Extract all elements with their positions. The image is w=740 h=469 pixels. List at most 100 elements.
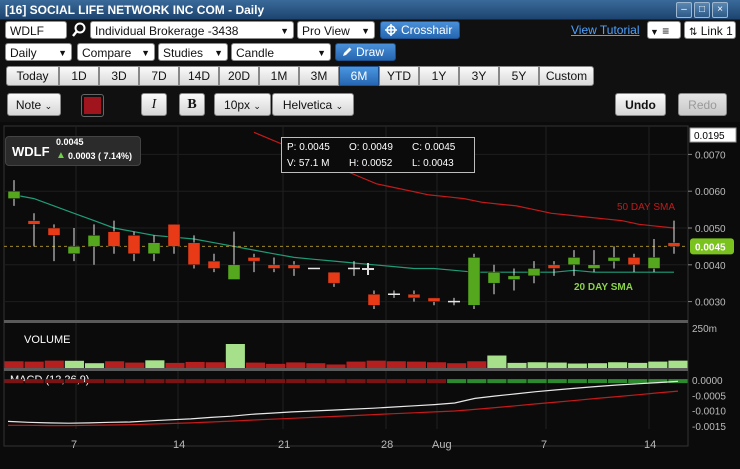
volume-label: VOLUME — [24, 334, 70, 346]
macd-histogram-bar — [608, 379, 628, 384]
range-today[interactable]: Today — [6, 66, 59, 86]
view-value: Pro View — [302, 24, 350, 38]
volume-bar — [426, 362, 447, 368]
link-icon: ⇅ — [689, 27, 698, 38]
volume-separator — [4, 320, 688, 323]
candle-body — [667, 242, 681, 247]
range-20d[interactable]: 20D — [219, 66, 259, 86]
volume-bar — [608, 362, 628, 368]
toolbar-chart-options: Daily ▼ Compare ▼ Studies ▼ Candle ▼ Draw — [0, 42, 740, 64]
view-select[interactable]: Pro View ▼ — [297, 21, 375, 39]
range-6m[interactable]: 6M — [339, 66, 379, 86]
volume-bar — [386, 361, 406, 368]
chart-type-select[interactable]: Candle ▼ — [231, 43, 331, 61]
compare-select[interactable]: Compare ▼ — [77, 43, 155, 61]
price-chart[interactable]: 0.0070 0.0060 0.0050 0.0040 0.0030 0.0195 50 D… — [0, 124, 740, 469]
chevron-down-icon: ⌄ — [44, 101, 53, 111]
volume-bar — [507, 362, 527, 368]
macd-histogram-bar — [447, 379, 467, 384]
color-swatch[interactable] — [81, 94, 104, 117]
macd-histogram-bar — [165, 379, 185, 384]
candle-body — [567, 257, 581, 266]
macd-histogram-bar — [346, 379, 366, 384]
volume-bar — [346, 361, 366, 368]
macd-histogram-bar — [245, 379, 266, 384]
y-tick-label: 0.0040 — [695, 261, 726, 272]
macd-histogram-bar — [306, 379, 326, 384]
italic-button[interactable]: I — [141, 93, 167, 116]
candle-body — [647, 257, 661, 269]
volume-bar — [467, 361, 487, 368]
maximize-icon[interactable]: □ — [694, 2, 710, 18]
x-tick-label: 7 — [71, 439, 77, 451]
macd-histogram-bar — [84, 379, 105, 384]
undo-button[interactable]: Undo — [615, 93, 666, 116]
draw-button[interactable]: Draw — [335, 43, 396, 61]
macd-histogram-bar — [225, 379, 245, 384]
volume-bar — [487, 355, 507, 368]
menu-button[interactable]: ▼ ≡ — [647, 21, 681, 39]
minimize-icon[interactable]: – — [676, 2, 692, 18]
summary-price: 0.0045 — [56, 137, 84, 147]
font-family-select[interactable]: Helvetica ⌄ — [272, 93, 354, 116]
symbol-summary: WDLF 0.0045 ▲ 0.0003 ( 7.14%) — [5, 136, 141, 166]
note-label: Note — [15, 98, 42, 112]
x-tick-label: 7 — [541, 439, 547, 451]
note-select[interactable]: Note ⌄ — [7, 93, 61, 116]
link-label: Link 1 — [700, 24, 733, 38]
search-icon[interactable] — [71, 22, 87, 38]
macd-histogram-bar — [567, 379, 587, 384]
range-5y[interactable]: 5Y — [499, 66, 539, 86]
range-1y[interactable]: 1Y — [419, 66, 459, 86]
range-1m[interactable]: 1M — [259, 66, 299, 86]
macd-tick-label: 0.0000 — [692, 376, 723, 387]
range-3y[interactable]: 3Y — [459, 66, 499, 86]
font-size-select[interactable]: 10px ⌄ — [214, 93, 271, 116]
candle-body — [7, 190, 21, 199]
volume-bar — [205, 362, 225, 368]
candle-body — [127, 235, 141, 255]
macd-histogram-bar — [426, 379, 447, 384]
symbol-input[interactable]: WDLF — [5, 21, 67, 39]
volume-bar — [64, 360, 84, 368]
account-select[interactable]: Individual Brokerage -3438 ▼ — [90, 21, 294, 39]
range-1d[interactable]: 1D — [59, 66, 99, 86]
candle-body — [327, 271, 341, 284]
range-3m[interactable]: 3M — [299, 66, 339, 86]
macd-histogram-bar — [467, 379, 487, 384]
macd-histogram-bar — [628, 379, 648, 384]
candle-body — [547, 264, 561, 269]
redo-button[interactable]: Redo — [678, 93, 727, 116]
range-14d[interactable]: 14D — [179, 66, 219, 86]
range-7d[interactable]: 7D — [139, 66, 179, 86]
ohlc-readout: P: 0.0045 O: 0.0049 C: 0.0045 V: 57.1 M … — [281, 137, 475, 173]
window-titlebar: [16] SOCIAL LIFE NETWORK INC COM - Daily… — [0, 0, 740, 20]
close-icon[interactable]: × — [712, 2, 728, 18]
crosshair-button[interactable]: Crosshair — [380, 21, 460, 39]
range-ytd[interactable]: YTD — [379, 66, 419, 86]
macd-histogram-bar — [44, 379, 64, 384]
macd-histogram-bar — [145, 379, 165, 384]
view-tutorial-link[interactable]: View Tutorial — [571, 23, 639, 37]
candle-body — [67, 246, 81, 255]
interval-select[interactable]: Daily ▼ — [5, 43, 72, 61]
ohlc-price: P: 0.0045 — [287, 142, 330, 153]
volume-bar — [105, 361, 125, 368]
range-custom[interactable]: Custom — [539, 66, 594, 86]
chart-type-value: Candle — [236, 46, 275, 60]
macd-histogram-bar — [406, 379, 426, 384]
bold-button[interactable]: B — [179, 93, 205, 116]
candle-body — [267, 264, 281, 269]
macd-histogram-bar — [266, 379, 286, 384]
volume-bar — [668, 360, 688, 368]
range-3d[interactable]: 3D — [99, 66, 139, 86]
ohlc-high: H: 0.0052 — [349, 158, 393, 169]
ohlc-low: L: 0.0043 — [412, 158, 454, 169]
interval-value: Daily — [10, 46, 37, 60]
volume-bar — [125, 362, 145, 368]
macd-tick-label: -0.0005 — [692, 391, 726, 402]
link-button[interactable]: ⇅ Link 1 — [684, 21, 736, 39]
candle-body — [87, 235, 101, 247]
studies-select[interactable]: Studies ▼ — [158, 43, 228, 61]
volume-bar — [628, 362, 648, 368]
